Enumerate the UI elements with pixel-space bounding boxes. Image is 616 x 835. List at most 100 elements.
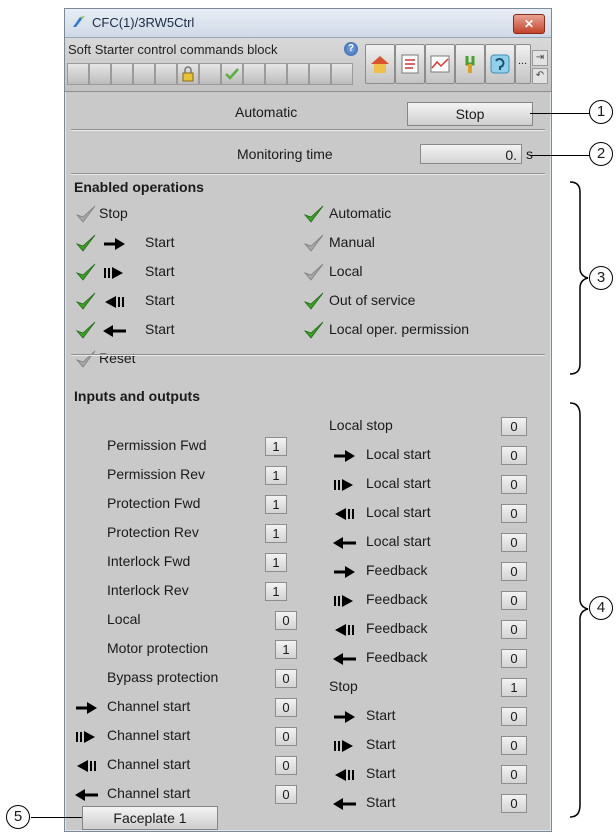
pin-icon[interactable]: ⇥ (532, 50, 548, 66)
monitoring-time-field[interactable]: 0. (420, 144, 522, 164)
divider (71, 354, 545, 356)
io-value: 0 (275, 698, 297, 717)
close-button[interactable]: ✕ (513, 14, 545, 34)
arrow-left-fast-icon (333, 621, 357, 642)
callout-line (31, 817, 82, 818)
io-value: 1 (501, 678, 527, 697)
check-disabled-icon (75, 203, 97, 225)
io-label: Channel start (107, 756, 191, 772)
callout-line (530, 155, 590, 156)
io-value: 0 (275, 785, 297, 804)
home-button[interactable] (365, 44, 395, 84)
parameter-button[interactable] (455, 44, 485, 84)
loop-button[interactable] (485, 44, 515, 84)
io-label: Local stop (329, 417, 393, 433)
io-label: Feedback (366, 591, 428, 607)
io-label: Start (366, 765, 396, 781)
notes-button[interactable] (395, 44, 425, 84)
toolbar: Soft Starter control commands block ? ..… (65, 38, 551, 92)
check-enabled-icon (303, 319, 325, 341)
arrow-right-fast-icon (333, 737, 357, 758)
arrow-right-icon (75, 699, 99, 720)
io-label: Permission Rev (107, 466, 206, 482)
arrow-left-fast-icon (75, 757, 99, 778)
arrow-right-fast-icon (333, 592, 357, 613)
io-label: Start (366, 794, 396, 810)
arrow-left-fast-icon (103, 293, 127, 314)
io-label: Local (107, 611, 141, 627)
io-label: Start (366, 707, 396, 723)
loop-icon (490, 54, 510, 74)
arrow-right-icon (103, 235, 127, 256)
lock-icon (177, 63, 199, 85)
check-disabled-icon (75, 348, 97, 370)
enabled-op-label: Start (145, 321, 175, 337)
io-label: Start (366, 736, 396, 752)
callout-4: 4 (589, 596, 613, 620)
io-value: 0 (501, 620, 527, 639)
status-slot (265, 63, 287, 85)
arrow-right-fast-icon (75, 728, 99, 749)
io-label: Stop (329, 678, 358, 694)
io-value: 0 (501, 417, 527, 436)
arrow-left-icon (333, 795, 357, 816)
io-value: 1 (265, 466, 287, 485)
status-slot (243, 63, 265, 85)
simulation-icon (221, 63, 243, 85)
enabled-op-label: Stop (99, 205, 128, 221)
io-label: Feedback (366, 620, 428, 636)
io-value: 1 (265, 495, 287, 514)
check-enabled-icon (75, 290, 97, 312)
enabled-operations-title: Enabled operations (74, 179, 204, 195)
enabled-op-label: Start (145, 263, 175, 279)
arrow-right-fast-icon (103, 264, 127, 285)
check-disabled-icon (303, 261, 325, 283)
stop-button[interactable]: Stop (407, 102, 533, 126)
trend-button[interactable] (425, 44, 455, 84)
wrench-icon (465, 56, 475, 73)
io-value: 1 (275, 640, 297, 659)
io-value: 0 (275, 756, 297, 775)
more-button[interactable]: ... (515, 44, 531, 84)
check-enabled-icon (303, 203, 325, 225)
toolbar-title: Soft Starter control commands block (68, 42, 278, 57)
status-slot (287, 63, 309, 85)
enabled-op-label: Local oper. permission (329, 321, 470, 337)
enabled-op-label: Start (145, 234, 175, 250)
window-title: CFC(1)/3RW5Ctrl (92, 15, 195, 30)
io-label: Permission Fwd (107, 437, 207, 453)
callout-line (530, 113, 590, 114)
io-label: Channel start (107, 698, 191, 714)
io-label: Local start (366, 475, 431, 491)
status-slot (331, 63, 353, 85)
io-label: Local start (366, 446, 431, 462)
arrow-left-icon (333, 650, 357, 671)
io-value: 0 (275, 727, 297, 746)
faceplate-window: CFC(1)/3RW5Ctrl ✕ Soft Starter control c… (64, 8, 552, 832)
arrow-left-icon (75, 786, 99, 807)
mode-label: Automatic (235, 104, 298, 120)
app-icon (73, 16, 85, 27)
status-slot (67, 63, 89, 85)
io-value: 1 (265, 553, 287, 572)
arrow-right-icon (333, 708, 357, 729)
return-icon[interactable]: ↶ (532, 68, 548, 84)
status-slot (199, 63, 221, 85)
io-label: Protection Fwd (107, 495, 201, 511)
divider (71, 173, 545, 175)
arrow-right-fast-icon (333, 476, 357, 497)
io-label: Feedback (366, 649, 428, 665)
check-enabled-icon (75, 261, 97, 283)
io-label: Motor protection (107, 640, 209, 656)
inputs-outputs-title: Inputs and outputs (74, 388, 200, 404)
arrow-left-fast-icon (333, 505, 357, 526)
title-bar: CFC(1)/3RW5Ctrl ✕ (65, 9, 551, 38)
check-enabled-icon (75, 232, 97, 254)
faceplate-button[interactable]: Faceplate 1 (82, 806, 218, 830)
io-value: 0 (501, 591, 527, 610)
io-value: 1 (265, 437, 287, 456)
io-value: 0 (501, 446, 527, 465)
status-slot (89, 63, 111, 85)
help-icon[interactable]: ? (344, 42, 358, 56)
io-label: Interlock Fwd (107, 553, 191, 569)
